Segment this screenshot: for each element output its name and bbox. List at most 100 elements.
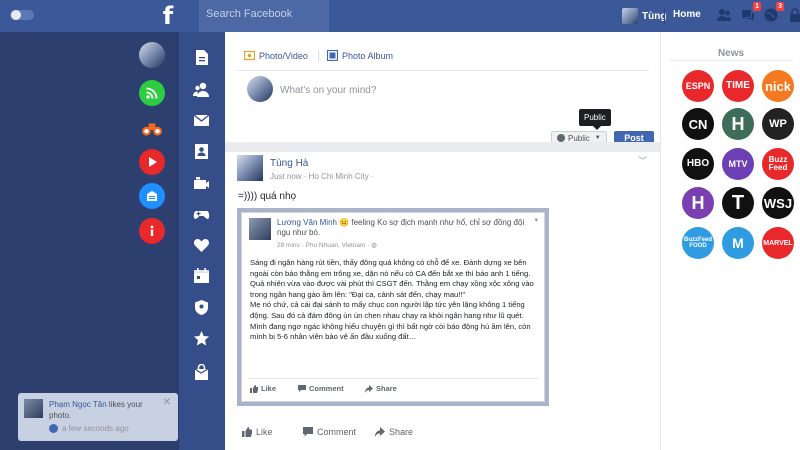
lock-icon[interactable]: [787, 7, 800, 23]
close-icon[interactable]: ✕: [163, 397, 171, 408]
news-outlet-nick[interactable]: nick: [762, 70, 794, 102]
news-outlet-wsj[interactable]: WSJ: [762, 187, 794, 219]
shared-comment: Comment: [298, 384, 344, 393]
gamepad-icon[interactable]: [193, 206, 210, 223]
shared-paragraph: Sáng đi ngân hàng rút tiền, thấy đông qu…: [250, 258, 531, 278]
friends-icon[interactable]: [193, 81, 210, 98]
share-icon: [365, 384, 373, 393]
play-icon[interactable]: [139, 149, 165, 175]
shared-author: Lương Văn Minh: [277, 218, 337, 227]
post-meta: Just now · Ho Chi Minh City ·: [270, 172, 374, 181]
shared-screenshot: Lương Văn Minh 😐 feeling Ko sợ địch mạnh…: [241, 212, 545, 402]
star-icon[interactable]: [193, 330, 210, 347]
home-link[interactable]: Home: [673, 9, 701, 20]
shield-icon[interactable]: [193, 299, 210, 316]
shared-like: Like: [250, 384, 276, 393]
news-outlet-cn[interactable]: CN: [682, 108, 714, 140]
tab-photo-video-label: Photo/Video: [259, 50, 308, 61]
info-icon[interactable]: [139, 218, 165, 244]
feed-divider: [225, 142, 660, 152]
shared-share-label: Share: [376, 384, 397, 393]
news-outlet-hbo[interactable]: HBO: [682, 148, 714, 180]
search-input[interactable]: Search Facebook: [199, 0, 329, 32]
avatar: [24, 399, 43, 418]
like-label: Like: [256, 427, 273, 437]
like-icon: [242, 427, 252, 437]
news-outlet-mtv[interactable]: MTV: [722, 148, 754, 180]
comment-label: Comment: [317, 427, 357, 437]
news-outlet-h[interactable]: H: [682, 187, 714, 219]
profile-avatar[interactable]: [139, 42, 165, 68]
shared-paragraph: Quả nhiên vừa vào được vài phút thì CSGT…: [250, 279, 534, 299]
notification-toast[interactable]: Phạm Ngọc Tân likes your photo. ✕ a few …: [18, 393, 178, 441]
photo-album-icon: [327, 50, 338, 61]
notification-actor[interactable]: Phạm Ngọc Tân: [49, 400, 107, 409]
sidebar-toggle[interactable]: [10, 10, 34, 20]
tab-photo-album-label: Photo Album: [342, 50, 394, 61]
news-outlet-espn[interactable]: ESPN: [682, 70, 714, 102]
like-button[interactable]: Like: [242, 427, 273, 437]
post-composer: Photo/Video Photo Album What's on your m…: [237, 42, 654, 146]
notifications-globe-icon[interactable]: 3: [763, 2, 784, 23]
contacts-icon[interactable]: [193, 143, 210, 160]
profile-link[interactable]: Tùng: [622, 6, 666, 26]
avatar: [247, 76, 273, 102]
document-icon[interactable]: [193, 49, 210, 66]
photo-video-icon: [244, 50, 255, 61]
tab-photo-video[interactable]: Photo/Video: [244, 50, 308, 61]
divider: [237, 70, 649, 71]
post-image[interactable]: Lương Văn Minh 😐 feeling Ko sợ địch mạnh…: [237, 208, 549, 406]
shared-body: Sáng đi ngân hàng rút tiền, thấy đông qu…: [250, 258, 538, 343]
shared-share: Share: [365, 384, 397, 393]
news-title: News: [717, 48, 745, 59]
notification-timestamp: a few seconds ago: [62, 424, 129, 433]
news-outlet-time[interactable]: TIME: [722, 70, 754, 102]
status-input[interactable]: What's on your mind?: [280, 85, 376, 96]
audience-tooltip: Public: [579, 109, 611, 130]
heart-icon[interactable]: [193, 237, 210, 254]
comment-icon: [298, 384, 306, 392]
notification-text: Phạm Ngọc Tân likes your photo.: [49, 399, 159, 421]
news-outlet-marvel[interactable]: MARVEL: [762, 227, 794, 259]
camera-icon[interactable]: [193, 175, 210, 192]
notification-time: a few seconds ago: [49, 424, 129, 433]
news-outlet-m[interactable]: M: [722, 227, 754, 259]
news-feed: Photo/Video Photo Album What's on your m…: [225, 32, 660, 450]
friend-requests-icon[interactable]: [716, 7, 732, 23]
comment-icon: [303, 427, 313, 437]
globe-icon: ◍: [371, 242, 377, 249]
news-outlet-buzzfeed-food[interactable]: BuzzFeed FOOD: [682, 227, 714, 259]
calendar-icon[interactable]: [193, 267, 210, 284]
divider: [669, 60, 793, 61]
share-button[interactable]: Share: [375, 427, 413, 437]
shared-paragraph: Mẹ nó chứ, cả cái đại sảnh to mấy chục c…: [250, 300, 525, 320]
messages-badge: 1: [753, 2, 761, 11]
shared-header: Lương Văn Minh 😐 feeling Ko sợ địch mạnh…: [277, 218, 537, 238]
building-icon[interactable]: [139, 183, 165, 209]
post-author[interactable]: Tùng Hà: [270, 158, 308, 169]
facebook-logo-icon[interactable]: f: [158, 1, 178, 31]
globe-icon: [557, 134, 565, 142]
avatar[interactable]: [237, 155, 263, 181]
binoculars-icon[interactable]: [139, 116, 165, 142]
messages-icon[interactable]: 1: [740, 2, 761, 23]
shared-comment-label: Comment: [309, 384, 344, 393]
shared-paragraph: Mình đang ngơ ngác không hiểu chuyện gì …: [250, 321, 531, 342]
chevron-down-icon[interactable]: ﹀: [638, 154, 647, 167]
tab-photo-album[interactable]: Photo Album: [327, 50, 393, 61]
news-outlet-wp[interactable]: WP: [762, 108, 794, 140]
bag-icon[interactable]: [193, 363, 210, 381]
divider: [318, 50, 319, 62]
left-panel: [0, 32, 179, 450]
mail-icon[interactable]: [193, 112, 210, 129]
shared-like-label: Like: [261, 384, 277, 393]
comment-button[interactable]: Comment: [303, 427, 356, 437]
news-outlet-buzz-feed[interactable]: Buzz Feed: [762, 148, 794, 180]
like-icon: [250, 384, 258, 393]
news-outlet-t[interactable]: T: [722, 187, 754, 219]
rss-icon[interactable]: [139, 80, 165, 106]
news-outlet-h[interactable]: H: [722, 108, 754, 140]
top-bar: f Search Facebook Tùng Home 1 3: [0, 0, 800, 32]
chevron-down-icon: ▾: [534, 217, 538, 224]
feed-post: Tùng Hà Just now · Ho Chi Minh City · ﹀ …: [237, 152, 649, 450]
